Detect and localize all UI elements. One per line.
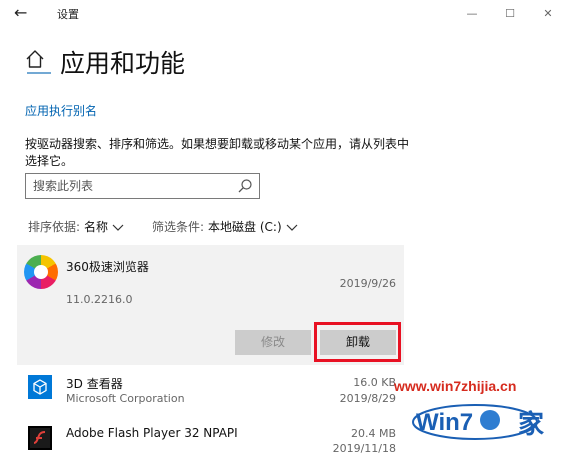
page-title: 应用和功能 — [60, 49, 186, 78]
sort-dropdown[interactable]: 排序依据: 名称 — [28, 218, 124, 235]
app-publisher: Microsoft Corporation — [66, 392, 185, 405]
watermark-logo: Win7 家 — [412, 404, 544, 440]
search-input[interactable] — [33, 178, 233, 194]
flash-icon — [28, 426, 52, 450]
app-size: 16.0 KB — [353, 376, 396, 389]
filter-value: 本地磁盘 (C:) — [208, 220, 282, 234]
search-icon[interactable] — [237, 178, 253, 194]
sort-label: 排序依据: — [28, 220, 81, 234]
filter-label: 筛选条件: — [152, 220, 205, 234]
watermark-url: www.win7zhijia.cn — [394, 378, 517, 394]
partially-hidden-link — [27, 72, 51, 79]
maximize-button[interactable]: ☐ — [491, 0, 529, 28]
logo-char: 家 — [518, 409, 544, 440]
page-description: 按驱动器搜索、排序和筛选。如果想要卸载或移动某个应用，请从列表中选择它。 — [25, 137, 410, 168]
chevron-down-icon — [286, 224, 298, 231]
window-title: 设置 — [57, 8, 79, 21]
app-name: 360极速浏览器 — [66, 260, 149, 274]
app-alias-link[interactable]: 应用执行别名 — [25, 102, 97, 119]
window-controls: — ☐ ✕ — [453, 0, 567, 28]
back-arrow-icon[interactable]: ← — [14, 3, 27, 23]
search-box[interactable] — [25, 173, 260, 199]
360-browser-icon — [24, 255, 58, 289]
app-date: 2019/9/26 — [339, 277, 396, 290]
app-version: 11.0.2216.0 — [66, 293, 133, 306]
home-icon[interactable] — [24, 48, 46, 70]
logo-text: Win7 — [416, 409, 473, 436]
minimize-button[interactable]: — — [453, 0, 491, 28]
filter-dropdown[interactable]: 筛选条件: 本地磁盘 (C:) — [152, 218, 298, 235]
app-name[interactable]: Adobe Flash Player 32 NPAPI — [66, 426, 238, 440]
sort-value: 名称 — [84, 220, 109, 234]
title-bar: ← 设置 — ☐ ✕ — [0, 0, 567, 30]
app-name[interactable]: 3D 查看器 — [66, 375, 123, 392]
app-date: 2019/8/29 — [339, 392, 396, 405]
app-date: 2019/11/18 — [332, 442, 396, 455]
modify-button[interactable]: 修改 — [235, 330, 311, 355]
close-button[interactable]: ✕ — [529, 0, 567, 28]
3d-viewer-icon — [28, 375, 52, 399]
app-size: 20.4 MB — [350, 427, 396, 440]
chevron-down-icon — [112, 224, 124, 231]
highlight-box — [314, 322, 401, 362]
